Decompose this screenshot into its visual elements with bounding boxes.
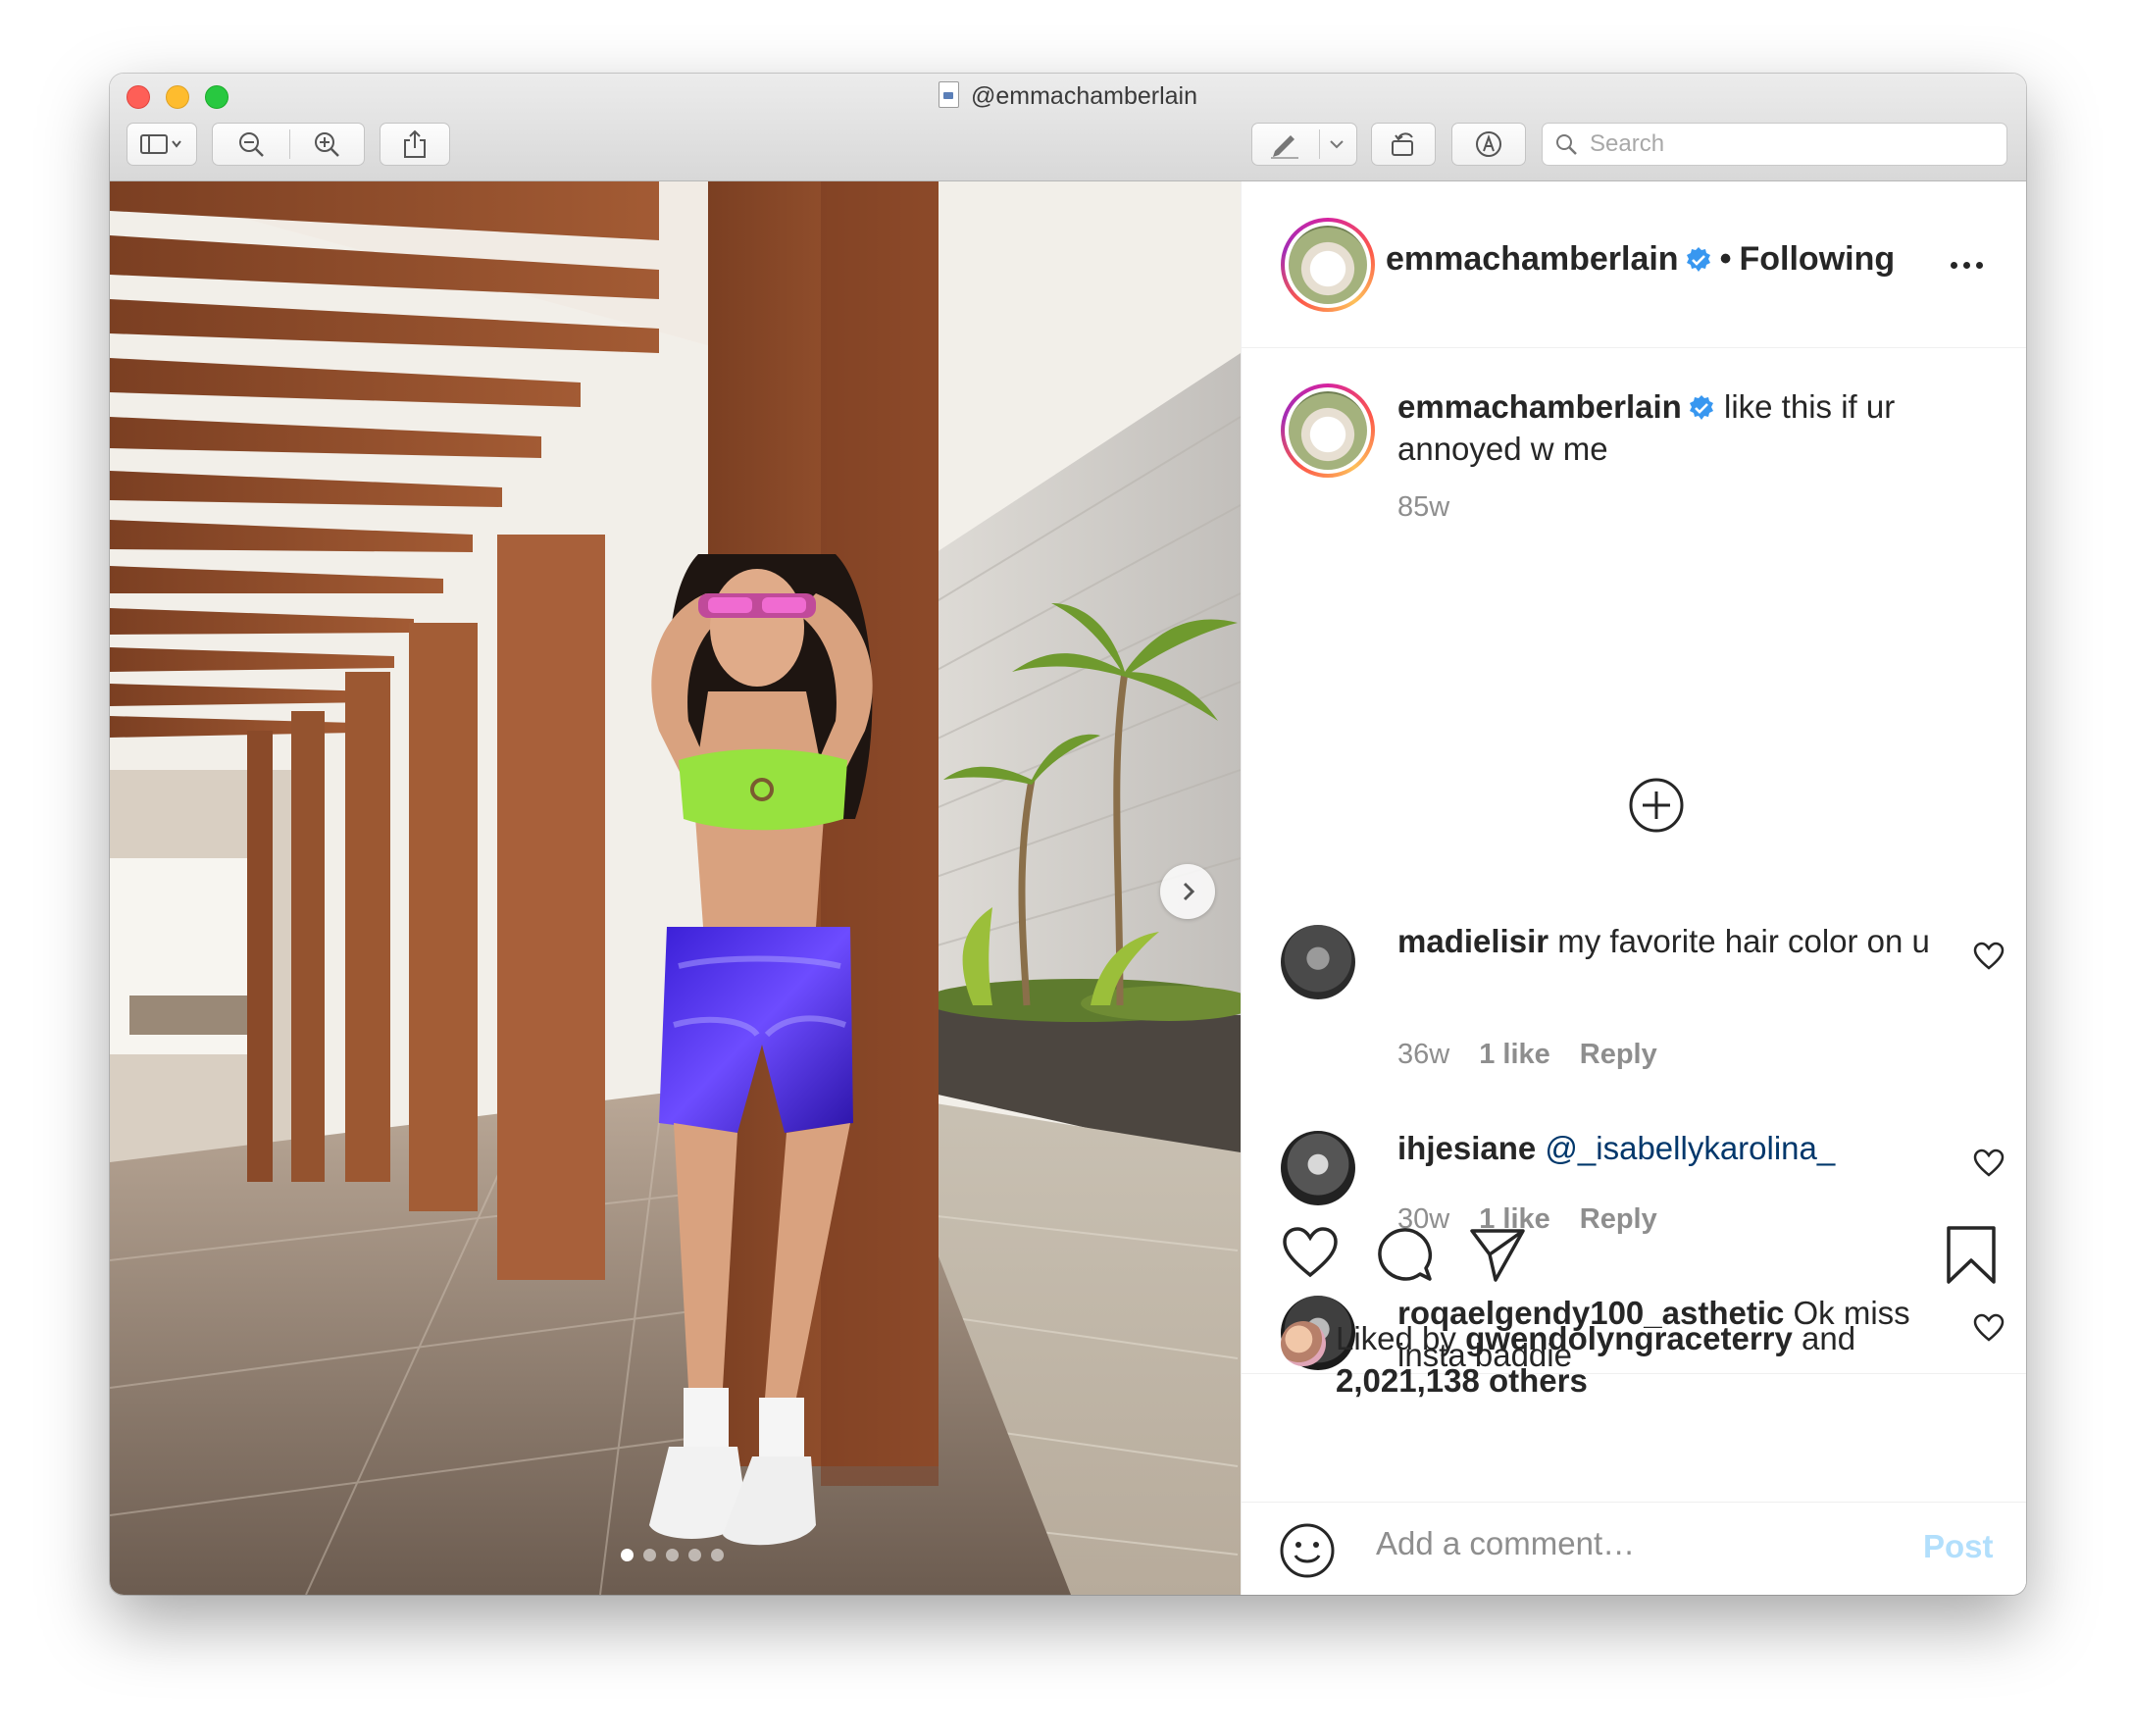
comment-age: 36w bbox=[1397, 1039, 1450, 1070]
zoom-in-icon bbox=[314, 132, 339, 157]
carousel-dot[interactable] bbox=[621, 1549, 634, 1561]
caption-avatar[interactable] bbox=[1281, 383, 1375, 478]
share-paper-plane-icon[interactable] bbox=[1468, 1225, 1527, 1284]
preview-window: @emmachamberlain Search emmachamberlain … bbox=[110, 74, 2026, 1595]
liked-by-prefix: Liked by bbox=[1336, 1320, 1456, 1356]
markup-options-button[interactable] bbox=[1318, 138, 1356, 150]
comments-list: emmachamberlain like this if ur annoyed … bbox=[1242, 348, 2026, 1374]
more-options-button[interactable] bbox=[1951, 262, 1983, 269]
rotate-button[interactable] bbox=[1371, 123, 1436, 166]
like-heart-icon[interactable] bbox=[1281, 1225, 1340, 1280]
comment-mention-link[interactable]: @_isabellykarolina_ bbox=[1545, 1130, 1835, 1166]
sidebar-toggle-button[interactable] bbox=[127, 123, 197, 166]
likes-count[interactable]: 2,021,138 others bbox=[1336, 1362, 1588, 1399]
post-photo bbox=[110, 181, 1241, 1595]
liked-by-avatar[interactable] bbox=[1281, 1321, 1326, 1366]
carousel-dot[interactable] bbox=[688, 1549, 701, 1561]
post-comment-button[interactable]: Post bbox=[1923, 1528, 1994, 1565]
comment-username[interactable]: madielisir bbox=[1397, 923, 1548, 959]
liked-by-and: and bbox=[1802, 1320, 1856, 1356]
chevron-right-icon bbox=[1183, 882, 1195, 901]
caption-age: 85w bbox=[1397, 491, 1450, 523]
annotate-icon bbox=[1476, 131, 1501, 157]
caption-username[interactable]: emmachamberlain bbox=[1397, 388, 1682, 425]
chevron-down-icon bbox=[1330, 140, 1345, 149]
following-button[interactable]: Following bbox=[1740, 240, 1896, 278]
segment-divider bbox=[1319, 129, 1320, 159]
share-icon bbox=[404, 129, 426, 158]
search-input[interactable] bbox=[1588, 129, 1984, 159]
share-button[interactable] bbox=[380, 123, 450, 166]
plus-circle-icon bbox=[1629, 778, 1684, 833]
add-comment-bar: Post bbox=[1242, 1502, 2026, 1595]
comment-avatar[interactable] bbox=[1281, 1131, 1355, 1205]
zoom-in-button[interactable] bbox=[288, 130, 364, 158]
zoom-segment bbox=[212, 123, 365, 166]
segment-divider bbox=[289, 129, 290, 159]
window-title-text: @emmachamberlain bbox=[970, 82, 1198, 110]
carousel-indicator bbox=[621, 1549, 724, 1561]
comment-likes[interactable]: 1 like bbox=[1479, 1039, 1550, 1071]
comment-username[interactable]: ihjesiane bbox=[1397, 1130, 1536, 1166]
comment: madielisir my favorite hair color on u bbox=[1397, 920, 1947, 962]
sidebar-icon bbox=[140, 134, 181, 154]
save-bookmark-icon[interactable] bbox=[1945, 1225, 1998, 1286]
comment-reply-button[interactable]: Reply bbox=[1580, 1039, 1657, 1071]
verified-badge-icon bbox=[1689, 395, 1713, 420]
markup-pen-button[interactable] bbox=[1252, 129, 1318, 159]
annotate-button[interactable] bbox=[1451, 123, 1526, 166]
post-header: emmachamberlain • Following bbox=[1242, 181, 2026, 348]
author-username[interactable]: emmachamberlain bbox=[1386, 240, 1679, 278]
document-icon bbox=[938, 81, 959, 108]
window-title: @emmachamberlain bbox=[110, 81, 2026, 111]
verified-badge-icon bbox=[1686, 247, 1710, 272]
post-panel: emmachamberlain • Following emmachamberlai… bbox=[1241, 181, 2026, 1595]
search-icon bbox=[1556, 134, 1577, 155]
window-content: emmachamberlain • Following emmachamberlai… bbox=[110, 181, 2026, 1595]
comment-reply-button[interactable]: Reply bbox=[1580, 1203, 1657, 1236]
author-line: emmachamberlain • Following bbox=[1386, 240, 1895, 279]
caption: emmachamberlain like this if ur annoyed … bbox=[1397, 385, 1947, 470]
zoom-out-button[interactable] bbox=[213, 130, 288, 158]
comment-meta: 30w 1 like Reply bbox=[1397, 1203, 1657, 1236]
rotate-icon bbox=[1392, 132, 1413, 156]
follow-separator: • bbox=[1719, 240, 1732, 278]
comment-input[interactable] bbox=[1374, 1524, 1898, 1563]
carousel-dot[interactable] bbox=[643, 1549, 656, 1561]
comment-like-heart-icon[interactable] bbox=[1973, 942, 2005, 971]
liked-by-username[interactable]: gwendolyngraceterry bbox=[1465, 1320, 1793, 1356]
author-avatar[interactable] bbox=[1281, 218, 1375, 312]
load-more-comments-button[interactable] bbox=[1627, 776, 1686, 840]
comment-meta: 36w 1 like Reply bbox=[1397, 1039, 1657, 1071]
carousel-dot[interactable] bbox=[711, 1549, 724, 1561]
window-titlebar: @emmachamberlain bbox=[110, 74, 2026, 181]
emoji-smiley-icon[interactable] bbox=[1279, 1522, 1336, 1579]
search-field[interactable] bbox=[1542, 123, 2007, 166]
markup-pen-icon bbox=[1271, 135, 1299, 159]
next-photo-button[interactable] bbox=[1160, 864, 1215, 919]
comment-like-heart-icon[interactable] bbox=[1973, 1313, 2005, 1343]
comment-like-heart-icon[interactable] bbox=[1973, 1149, 2005, 1178]
comment-bubble-icon[interactable] bbox=[1375, 1225, 1434, 1284]
carousel-dot[interactable] bbox=[666, 1549, 679, 1561]
markup-segment bbox=[1251, 123, 1357, 166]
caption-meta: 85w bbox=[1397, 491, 1449, 524]
photo-scene bbox=[110, 181, 1241, 1595]
comment-text: my favorite hair color on u bbox=[1557, 923, 1930, 959]
comment: ihjesiane @_isabellykarolina_ bbox=[1397, 1127, 1947, 1169]
comment-avatar[interactable] bbox=[1281, 925, 1355, 999]
zoom-out-icon bbox=[238, 132, 264, 157]
